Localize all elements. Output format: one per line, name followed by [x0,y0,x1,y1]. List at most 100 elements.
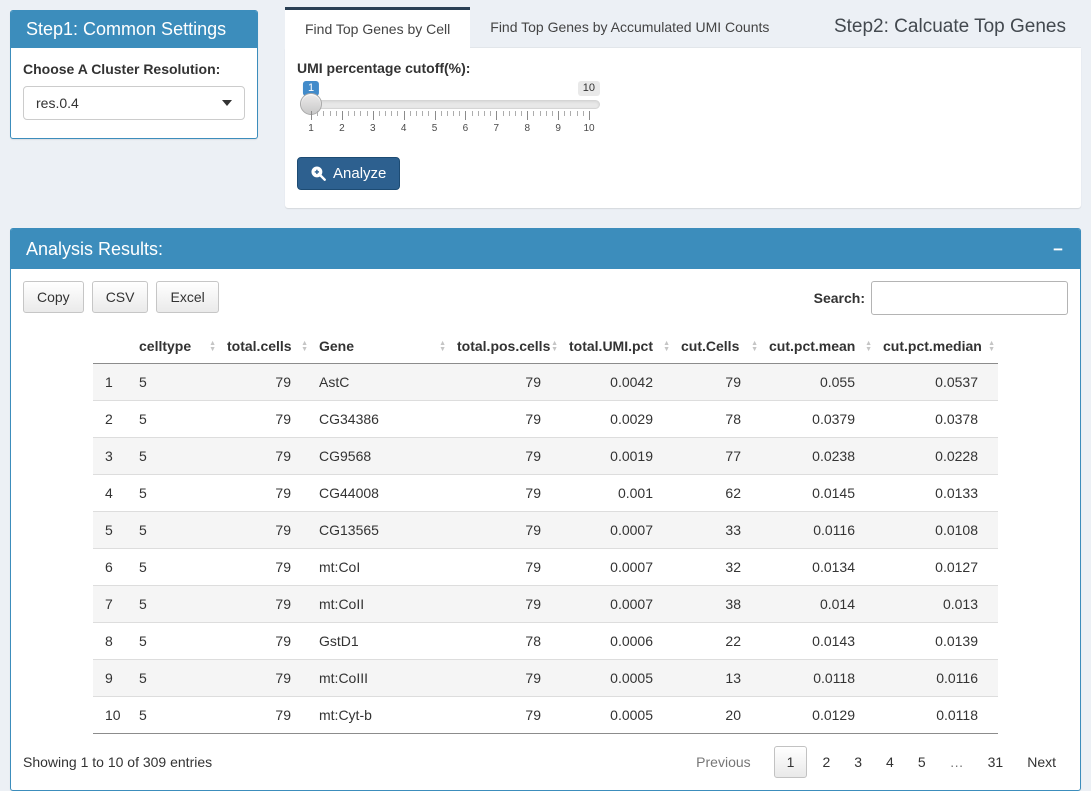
next-page-button[interactable]: Next [1015,747,1068,777]
sort-desc-icon: ▼ [439,347,446,353]
sort-icons: ▲▼ [865,341,872,353]
slider-tick-label: 10 [583,123,594,134]
cell-cut.pct.median: 0.0537 [875,364,998,401]
tab-find-top-genes-by-cell[interactable]: Find Top Genes by Cell [285,7,470,48]
page-button-31[interactable]: 31 [976,747,1016,777]
slider-tick-label: 3 [370,123,376,134]
cell-row-index: 1 [93,364,131,401]
cell-total.UMI.pct: 0.0005 [561,697,673,734]
column-header-label: cut.pct.mean [769,338,855,354]
column-header-cut.pct.mean[interactable]: cut.pct.mean ▲▼ [761,330,875,364]
table-row[interactable]: 5579CG13565790.0007330.01160.0108 [93,512,998,549]
table-toolbar: Copy CSV Excel Search: [23,281,1068,315]
cell-total.pos.cells: 79 [449,401,561,438]
copy-button[interactable]: Copy [23,281,84,313]
table-row[interactable]: 8579GstD1780.0006220.01430.0139 [93,623,998,660]
slider-minor-tick [323,111,324,116]
cell-Gene: CG9568 [311,438,449,475]
analyze-button[interactable]: Analyze [297,157,400,190]
cell-cut.pct.mean: 0.0118 [761,660,875,697]
table-info: Showing 1 to 10 of 309 entries [23,754,212,770]
slider-tick-label: 6 [463,123,469,134]
slider-minor-tick [397,111,398,116]
slider-minor-tick [583,111,584,116]
slider-minor-tick [348,111,349,116]
previous-page-button[interactable]: Previous [684,747,762,777]
cell-cut.pct.mean: 0.0116 [761,512,875,549]
cell-row-index: 4 [93,475,131,512]
slider-minor-tick [540,111,541,116]
slider-minor-tick [570,111,571,116]
cell-total.cells: 79 [219,623,311,660]
column-header-total.UMI.pct[interactable]: total.UMI.pct▲▼ [561,330,673,364]
slider-minor-tick [478,111,479,116]
table-row[interactable]: 2579CG34386790.0029780.03790.0378 [93,401,998,438]
column-header-cut.pct.median[interactable]: cut.pct.median ▲▼ [875,330,998,364]
page-button-3[interactable]: 3 [842,747,874,777]
table-row[interactable]: 3579CG9568790.0019770.02380.0228 [93,438,998,475]
table-row[interactable]: 6579mt:CoI790.0007320.01340.0127 [93,549,998,586]
page-button-1[interactable]: 1 [774,746,808,778]
cell-cut.Cells: 77 [673,438,761,475]
cell-cut.Cells: 33 [673,512,761,549]
table-row[interactable]: 9579mt:CoIII790.0005130.01180.0116 [93,660,998,697]
column-header-total.pos.cells[interactable]: total.pos.cells▲▼ [449,330,561,364]
slider-tick-label: 9 [555,123,561,134]
table-row[interactable]: 7579mt:CoII790.0007380.0140.013 [93,586,998,623]
column-header-label: total.pos.cells [457,338,550,354]
cell-Gene: mt:CoI [311,549,449,586]
pagination-ellipsis: … [938,747,976,777]
step2-tab-nav: Find Top Genes by Cell Find Top Genes by… [285,7,1081,48]
collapse-minus-icon[interactable]: − [1051,241,1065,258]
step2-panel: Find Top Genes by Cell Find Top Genes by… [285,7,1081,208]
cell-Gene: CG13565 [311,512,449,549]
column-header-total.cells[interactable]: total.cells▲▼ [219,330,311,364]
cell-cut.pct.mean: 0.0143 [761,623,875,660]
cell-total.pos.cells: 78 [449,623,561,660]
cell-cut.Cells: 78 [673,401,761,438]
search-input[interactable] [871,281,1068,315]
sort-icons: ▲▼ [209,341,216,353]
page-button-5[interactable]: 5 [906,747,938,777]
slider-grid: 12345678910 [311,111,589,141]
table-row[interactable]: 10579mt:Cyt-b790.0005200.01290.0118 [93,697,998,734]
cell-Gene: mt:CoIII [311,660,449,697]
slider-minor-tick [459,111,460,116]
sort-desc-icon: ▼ [301,347,308,353]
umi-cutoff-label: UMI percentage cutoff(%): [297,60,1069,76]
cell-total.pos.cells: 79 [449,438,561,475]
slider-minor-tick [564,111,565,116]
tab-label: Find Top Genes by Cell [305,21,450,37]
column-header-label: total.UMI.pct [569,338,653,354]
page-button-4[interactable]: 4 [874,747,906,777]
slider-minor-tick [354,111,355,116]
page-button-2[interactable]: 2 [810,747,842,777]
sort-desc-icon: ▼ [551,347,558,353]
column-header-celltype[interactable]: celltype▲▼ [131,330,219,364]
column-header-cut.Cells[interactable]: cut.Cells▲▼ [673,330,761,364]
slider-minor-tick [577,111,578,116]
table-row[interactable]: 1579AstC790.0042790.0550.0537 [93,364,998,401]
slider-minor-tick [484,111,485,116]
cell-cut.Cells: 32 [673,549,761,586]
tab-find-top-genes-by-accumulated-umi[interactable]: Find Top Genes by Accumulated UMI Counts [470,7,789,47]
sort-icons: ▲▼ [988,341,995,353]
cell-Gene: AstC [311,364,449,401]
slider-minor-tick [416,111,417,116]
excel-button[interactable]: Excel [156,281,218,313]
slider-minor-tick [330,111,331,116]
csv-button[interactable]: CSV [92,281,149,313]
slider-minor-tick [360,111,361,116]
slider-tick-label: 7 [494,123,500,134]
table-row[interactable]: 4579CG44008790.001620.01450.0133 [93,475,998,512]
cell-celltype: 5 [131,660,219,697]
search-label: Search: [814,290,865,306]
slider-track[interactable] [300,100,600,109]
slider-minor-tick [472,111,473,116]
slider-major-tick [435,111,436,120]
column-header-Gene[interactable]: Gene▲▼ [311,330,449,364]
cluster-resolution-select[interactable]: res.0.4 [23,86,245,120]
slider-minor-tick [509,111,510,116]
cell-cut.pct.median: 0.0127 [875,549,998,586]
column-header-label: cut.pct.median [883,338,982,354]
